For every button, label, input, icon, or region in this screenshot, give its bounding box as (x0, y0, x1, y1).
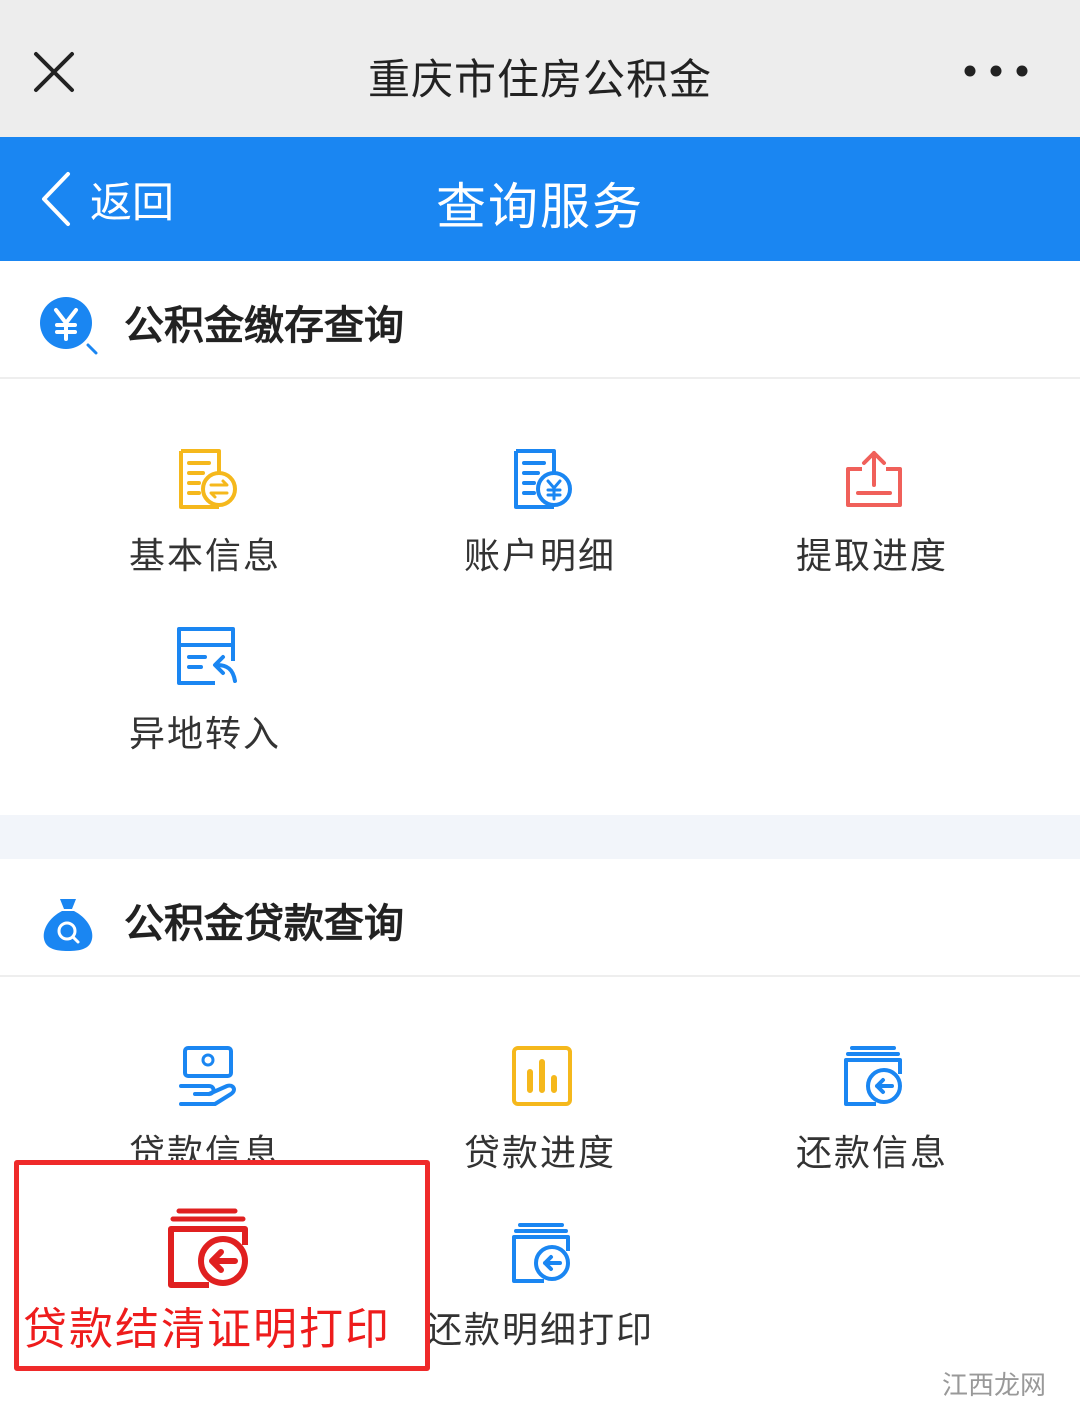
money-bag-search-icon (43, 899, 93, 951)
wechat-title: 重庆市住房公积金 (367, 55, 712, 104)
tile-account-detail[interactable]: 账户明细 (370, 447, 710, 617)
tile-label: 账户明细 (463, 536, 616, 577)
tile-label: 贷款结清证明打印 (23, 1304, 391, 1355)
section-divider (0, 815, 1080, 859)
yuan-search-icon (40, 297, 98, 355)
document-yuan-icon (514, 449, 572, 509)
wechat-top-bar: 重庆市住房公积金 (0, 0, 1080, 137)
hand-card-icon (179, 1046, 236, 1106)
tile-loan-settlement-print[interactable]: 贷款结清证明打印 (14, 1160, 430, 1371)
tile-label: 还款信息 (795, 1133, 948, 1174)
section-loan-title: 公积金贷款查询 (124, 901, 404, 947)
tile-repay-info[interactable]: 还款信息 (702, 1044, 1042, 1214)
card-transfer-icon (177, 627, 237, 685)
section-loan-header: 公积金贷款查询 (0, 859, 1080, 977)
return-arrow-icon (512, 1223, 570, 1283)
tile-basic-info[interactable]: 基本信息 (35, 447, 375, 617)
page-title: 查询服务 (436, 178, 644, 236)
tile-transfer-in[interactable]: 异地转入 (35, 625, 375, 795)
tile-label: 异地转入 (128, 714, 281, 755)
watermark: 江西龙网 (941, 1371, 1046, 1401)
section-deposit-title: 公积金缴存查询 (124, 303, 404, 349)
tile-label: 基本信息 (128, 536, 281, 577)
tile-label: 提取进度 (795, 536, 948, 577)
section-deposit-header: 公积金缴存查询 (0, 261, 1080, 379)
bar-chart-icon (512, 1046, 572, 1106)
upload-tray-icon (846, 451, 902, 507)
return-arrow-icon (844, 1046, 902, 1106)
more-icon[interactable] (956, 56, 1036, 86)
tile-withdraw-progress[interactable]: 提取进度 (702, 447, 1042, 617)
app-header: 返回 查询服务 (0, 137, 1080, 261)
return-arrow-icon (168, 1208, 248, 1288)
document-exchange-icon (179, 449, 237, 509)
